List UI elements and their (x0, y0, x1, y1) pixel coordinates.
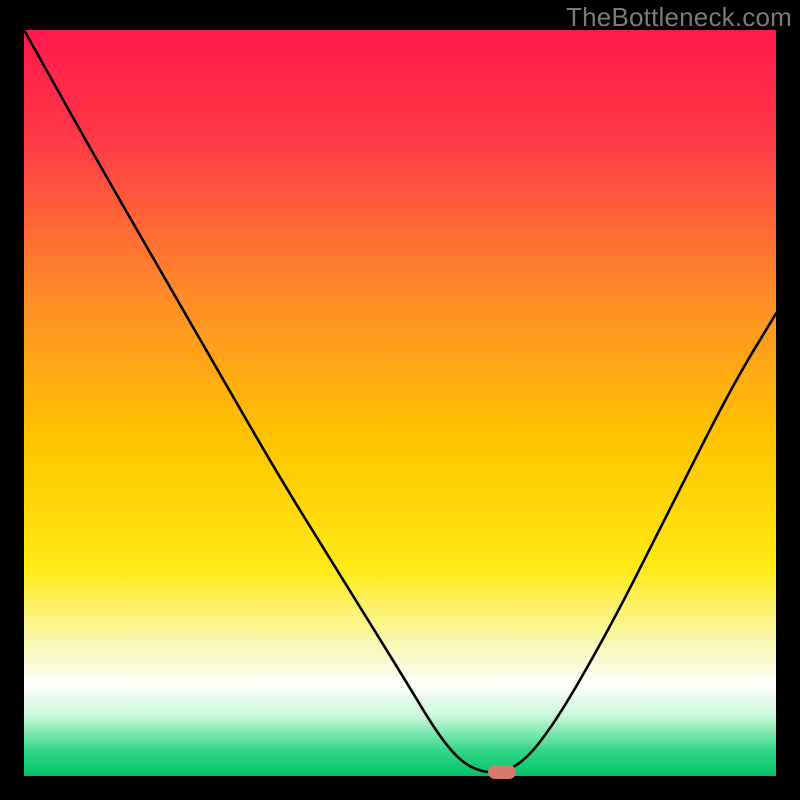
watermark-label: TheBottleneck.com (566, 2, 792, 33)
plot-area (24, 30, 776, 776)
bottleneck-chart-svg (24, 30, 776, 776)
optimal-marker-icon (488, 765, 516, 779)
gradient-background (24, 30, 776, 776)
chart-frame: TheBottleneck.com (0, 0, 800, 800)
